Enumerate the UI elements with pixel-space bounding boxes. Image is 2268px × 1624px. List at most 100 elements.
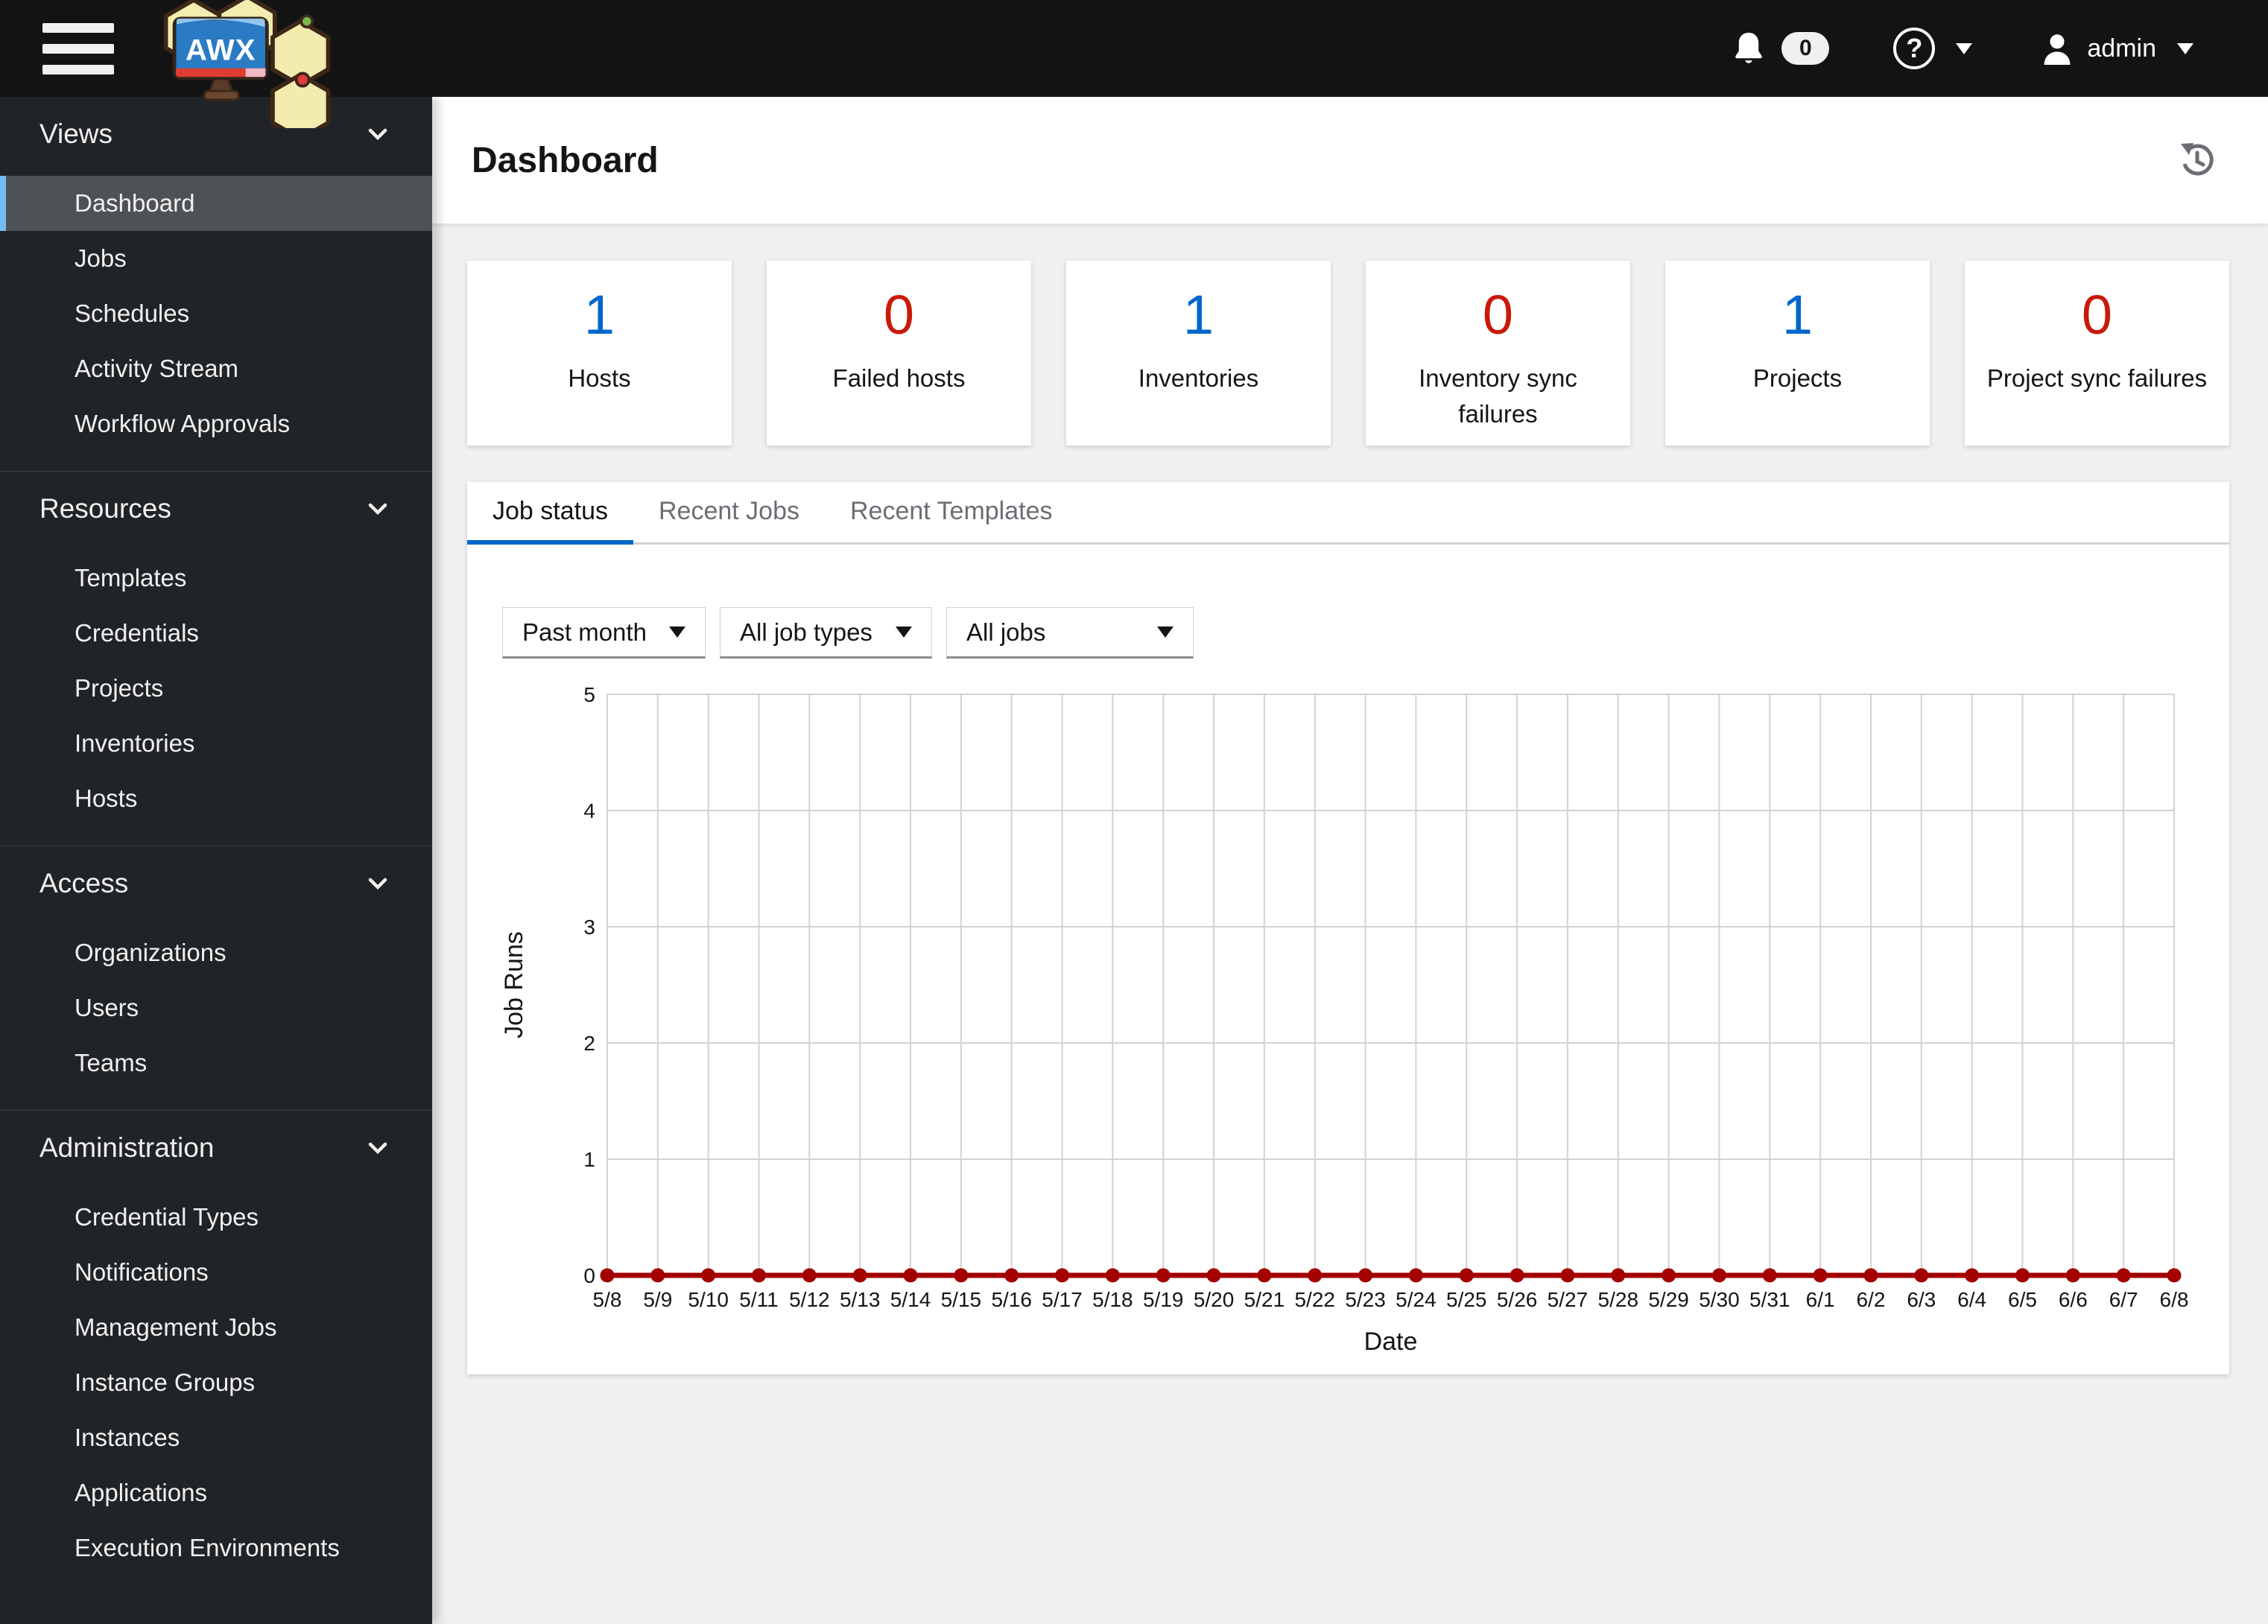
chart-point[interactable] bbox=[1510, 1268, 1524, 1283]
sidebar-item-dashboard[interactable]: Dashboard bbox=[0, 176, 432, 231]
sidebar-item-hosts[interactable]: Hosts bbox=[0, 771, 432, 826]
stat-label: Project sync failures bbox=[1986, 364, 2208, 392]
tab-recent-templates[interactable]: Recent Templates bbox=[825, 482, 1078, 545]
chart-point[interactable] bbox=[1813, 1268, 1828, 1283]
x-axis-tick-label: 5/12 bbox=[789, 1288, 830, 1311]
chart-point[interactable] bbox=[1560, 1268, 1575, 1283]
notification-count-badge[interactable]: 0 bbox=[1781, 32, 1830, 65]
sidebar-item-schedules[interactable]: Schedules bbox=[0, 286, 432, 341]
tab-job-status[interactable]: Job status bbox=[467, 482, 633, 545]
stat-card-inventory-sync-failures[interactable]: 0 Inventory sync failures bbox=[1366, 261, 1630, 445]
sidebar-item-credentials[interactable]: Credentials bbox=[0, 606, 432, 661]
x-axis-tick-label: 5/28 bbox=[1598, 1288, 1639, 1311]
nav-toggle-button[interactable] bbox=[42, 22, 114, 74]
chart-point[interactable] bbox=[701, 1268, 716, 1283]
stat-card-projects[interactable]: 1 Projects bbox=[1665, 261, 1930, 445]
sidebar-item-templates[interactable]: Templates bbox=[0, 551, 432, 606]
x-axis-tick-label: 5/17 bbox=[1042, 1288, 1083, 1311]
nav-list: Dashboard Jobs Schedules Activity Stream Wor… bbox=[0, 176, 432, 451]
refresh-history-icon[interactable] bbox=[2177, 141, 2216, 180]
x-axis-tick-label: 6/1 bbox=[1806, 1288, 1835, 1311]
chart-point[interactable] bbox=[1965, 1268, 1980, 1283]
chart-point[interactable] bbox=[1257, 1268, 1272, 1283]
chart-point[interactable] bbox=[1711, 1268, 1726, 1283]
stat-value: 1 bbox=[583, 284, 615, 346]
nav-section-header-resources[interactable]: Resources bbox=[0, 486, 432, 531]
chart-point[interactable] bbox=[954, 1268, 969, 1283]
sidebar-item-users[interactable]: Users bbox=[0, 980, 432, 1035]
filters-row: Past month All job types All jobs bbox=[502, 607, 1194, 659]
sidebar-item-notifications[interactable]: Notifications bbox=[0, 1245, 432, 1300]
sidebar-item-workflow-approvals[interactable]: Workflow Approvals bbox=[0, 396, 432, 451]
chart-point[interactable] bbox=[1863, 1268, 1878, 1283]
chart-point[interactable] bbox=[2015, 1268, 2030, 1283]
chart-point[interactable] bbox=[1459, 1268, 1474, 1283]
sidebar-item-instances[interactable]: Instances bbox=[0, 1410, 432, 1465]
chart-point[interactable] bbox=[852, 1268, 867, 1283]
sidebar-item-activity-stream[interactable]: Activity Stream bbox=[0, 341, 432, 396]
x-axis-tick-label: 5/23 bbox=[1345, 1288, 1386, 1311]
chart-point[interactable] bbox=[600, 1268, 615, 1283]
sidebar-item-inventories[interactable]: Inventories bbox=[0, 716, 432, 771]
nav-section-header-access[interactable]: Access bbox=[0, 861, 432, 906]
chart-point[interactable] bbox=[802, 1268, 817, 1283]
chart-point[interactable] bbox=[2116, 1268, 2131, 1283]
chart-point[interactable] bbox=[1055, 1268, 1070, 1283]
stat-value: 1 bbox=[1781, 284, 1814, 346]
user-menu[interactable]: admin bbox=[2041, 31, 2193, 66]
stat-card-hosts[interactable]: 1 Hosts bbox=[467, 261, 732, 445]
chart-point[interactable] bbox=[903, 1268, 918, 1283]
dashboard-content: 1 Hosts 0 Failed hosts 1 Inventories 0 Inventor… bbox=[432, 223, 2268, 1374]
chart-point[interactable] bbox=[1206, 1268, 1221, 1283]
stat-card-failed-hosts[interactable]: 0 Failed hosts bbox=[767, 261, 1031, 445]
chart-point[interactable] bbox=[2167, 1268, 2182, 1283]
sidebar-item-projects[interactable]: Projects bbox=[0, 661, 432, 716]
y-axis-tick-label: 3 bbox=[583, 916, 595, 939]
help-menu-caret-icon[interactable] bbox=[1956, 42, 1973, 54]
chart-point[interactable] bbox=[1762, 1268, 1777, 1283]
stat-card-project-sync-failures[interactable]: 0 Project sync failures bbox=[1965, 261, 2229, 445]
svg-text:AWX: AWX bbox=[186, 33, 256, 66]
chart-point[interactable] bbox=[1105, 1268, 1120, 1283]
sidebar-item-credential-types[interactable]: Credential Types bbox=[0, 1190, 432, 1245]
y-axis-tick-label: 2 bbox=[583, 1032, 595, 1055]
filter-select-all-job-types[interactable]: All job types bbox=[720, 607, 932, 659]
chevron-down-icon bbox=[1157, 627, 1173, 638]
chart-point[interactable] bbox=[2065, 1268, 2080, 1283]
chart-point[interactable] bbox=[1358, 1268, 1373, 1283]
filter-select-past-month[interactable]: Past month bbox=[502, 607, 706, 659]
sidebar-item-applications[interactable]: Applications bbox=[0, 1465, 432, 1520]
x-axis-tick-label: 5/15 bbox=[941, 1288, 982, 1311]
help-icon[interactable]: ? bbox=[1893, 28, 1936, 69]
sidebar-item-organizations[interactable]: Organizations bbox=[0, 925, 432, 980]
chart-point[interactable] bbox=[752, 1268, 767, 1283]
x-axis-tick-label: 6/4 bbox=[1957, 1288, 1986, 1311]
awx-logo[interactable]: AWX bbox=[147, 0, 333, 128]
chart-point[interactable] bbox=[1408, 1268, 1423, 1283]
hamburger-bar bbox=[42, 43, 114, 54]
chart-point[interactable] bbox=[1662, 1268, 1676, 1283]
chart-point[interactable] bbox=[1308, 1268, 1323, 1283]
notifications-bell-icon[interactable] bbox=[1732, 31, 1765, 66]
sidebar-item-execution-environments[interactable]: Execution Environments bbox=[0, 1520, 432, 1576]
nav-section-label: Administration bbox=[39, 1132, 215, 1163]
stat-value: 1 bbox=[1182, 284, 1214, 346]
x-axis-title: Date bbox=[1364, 1328, 1418, 1356]
sidebar-item-teams[interactable]: Teams bbox=[0, 1035, 432, 1091]
sidebar-item-management-jobs[interactable]: Management Jobs bbox=[0, 1300, 432, 1355]
nav-section-header-administration[interactable]: Administration bbox=[0, 1126, 432, 1170]
user-menu-caret-icon[interactable] bbox=[2177, 42, 2193, 54]
nav-section-resources: Resources Templates Credentials Projects Inv… bbox=[0, 471, 432, 846]
stat-card-inventories[interactable]: 1 Inventories bbox=[1066, 261, 1331, 445]
line-chart-svg: 0 1 2 3 4 5 5/8 5/9 5/10 5/11 5/12 5/13 5/14 5/15 5/16… bbox=[500, 683, 2188, 1356]
chart-point[interactable] bbox=[1611, 1268, 1626, 1283]
chart-point[interactable] bbox=[650, 1268, 665, 1283]
filter-select-all-jobs[interactable]: All jobs bbox=[946, 607, 1194, 659]
tab-recent-jobs[interactable]: Recent Jobs bbox=[633, 482, 825, 545]
chart-point[interactable] bbox=[1004, 1268, 1019, 1283]
chart-point[interactable] bbox=[1156, 1268, 1171, 1283]
chart-point[interactable] bbox=[1914, 1268, 1929, 1283]
sidebar-item-jobs[interactable]: Jobs bbox=[0, 231, 432, 286]
sidebar-item-instance-groups[interactable]: Instance Groups bbox=[0, 1355, 432, 1410]
x-axis-tick-label: 6/3 bbox=[1907, 1288, 1936, 1311]
